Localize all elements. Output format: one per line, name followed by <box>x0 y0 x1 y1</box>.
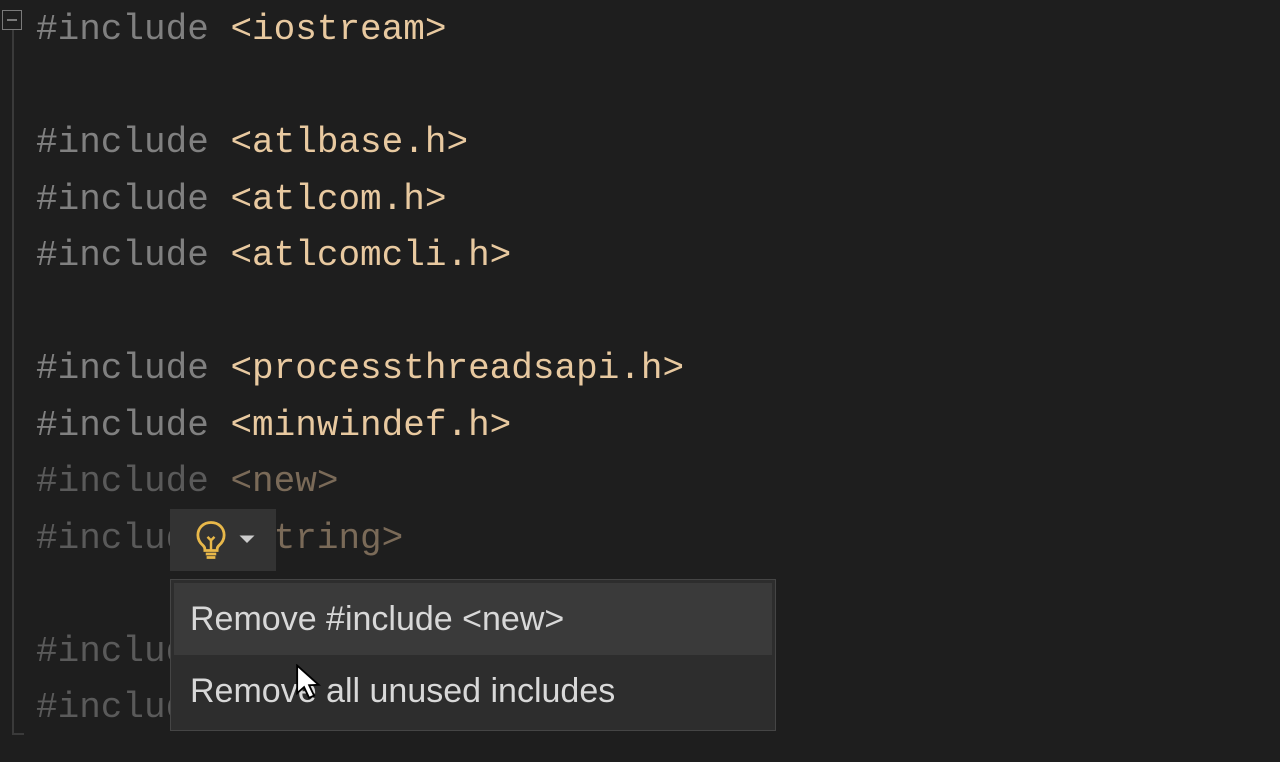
lightbulb-quickfix-button[interactable] <box>170 509 276 571</box>
include-directive: #include <box>36 348 230 389</box>
include-header: <minwindef.h> <box>230 405 511 446</box>
include-header: <atlbase.h> <box>230 122 468 163</box>
include-header: <atlcomcli.h> <box>230 235 511 276</box>
lightbulb-icon <box>190 519 232 561</box>
include-directive: #include <box>36 405 230 446</box>
code-line[interactable]: #include <atlcom.h> <box>36 172 1280 229</box>
include-directive: #include <box>36 122 230 163</box>
fold-guide-end <box>12 733 24 735</box>
include-directive: #include <box>36 235 230 276</box>
include-header: <new> <box>230 461 338 502</box>
include-directive: #include <box>36 9 230 50</box>
code-line[interactable]: #include <atlbase.h> <box>36 115 1280 172</box>
fold-collapse-icon[interactable] <box>2 10 22 30</box>
include-directive: #include <box>36 461 230 502</box>
code-line[interactable]: #include <iostream> <box>36 2 1280 59</box>
include-header: <atlcom.h> <box>230 179 446 220</box>
quickfix-item[interactable]: Remove all unused includes <box>174 655 772 727</box>
code-line[interactable]: #include <new> <box>36 454 1280 511</box>
chevron-down-icon <box>238 534 256 546</box>
code-line[interactable]: #include <atlcomcli.h> <box>36 228 1280 285</box>
fold-guide-line <box>12 30 14 735</box>
code-line[interactable] <box>36 285 1280 342</box>
include-header: <iostream> <box>230 9 446 50</box>
quickfix-item[interactable]: Remove #include <new> <box>174 583 772 655</box>
include-header: <processthreadsapi.h> <box>230 348 684 389</box>
code-line[interactable]: #include <minwindef.h> <box>36 398 1280 455</box>
quickfix-popup: Remove #include <new>Remove all unused i… <box>170 579 776 731</box>
include-directive: #include <box>36 179 230 220</box>
code-line[interactable]: #include <processthreadsapi.h> <box>36 341 1280 398</box>
code-line[interactable] <box>36 59 1280 116</box>
